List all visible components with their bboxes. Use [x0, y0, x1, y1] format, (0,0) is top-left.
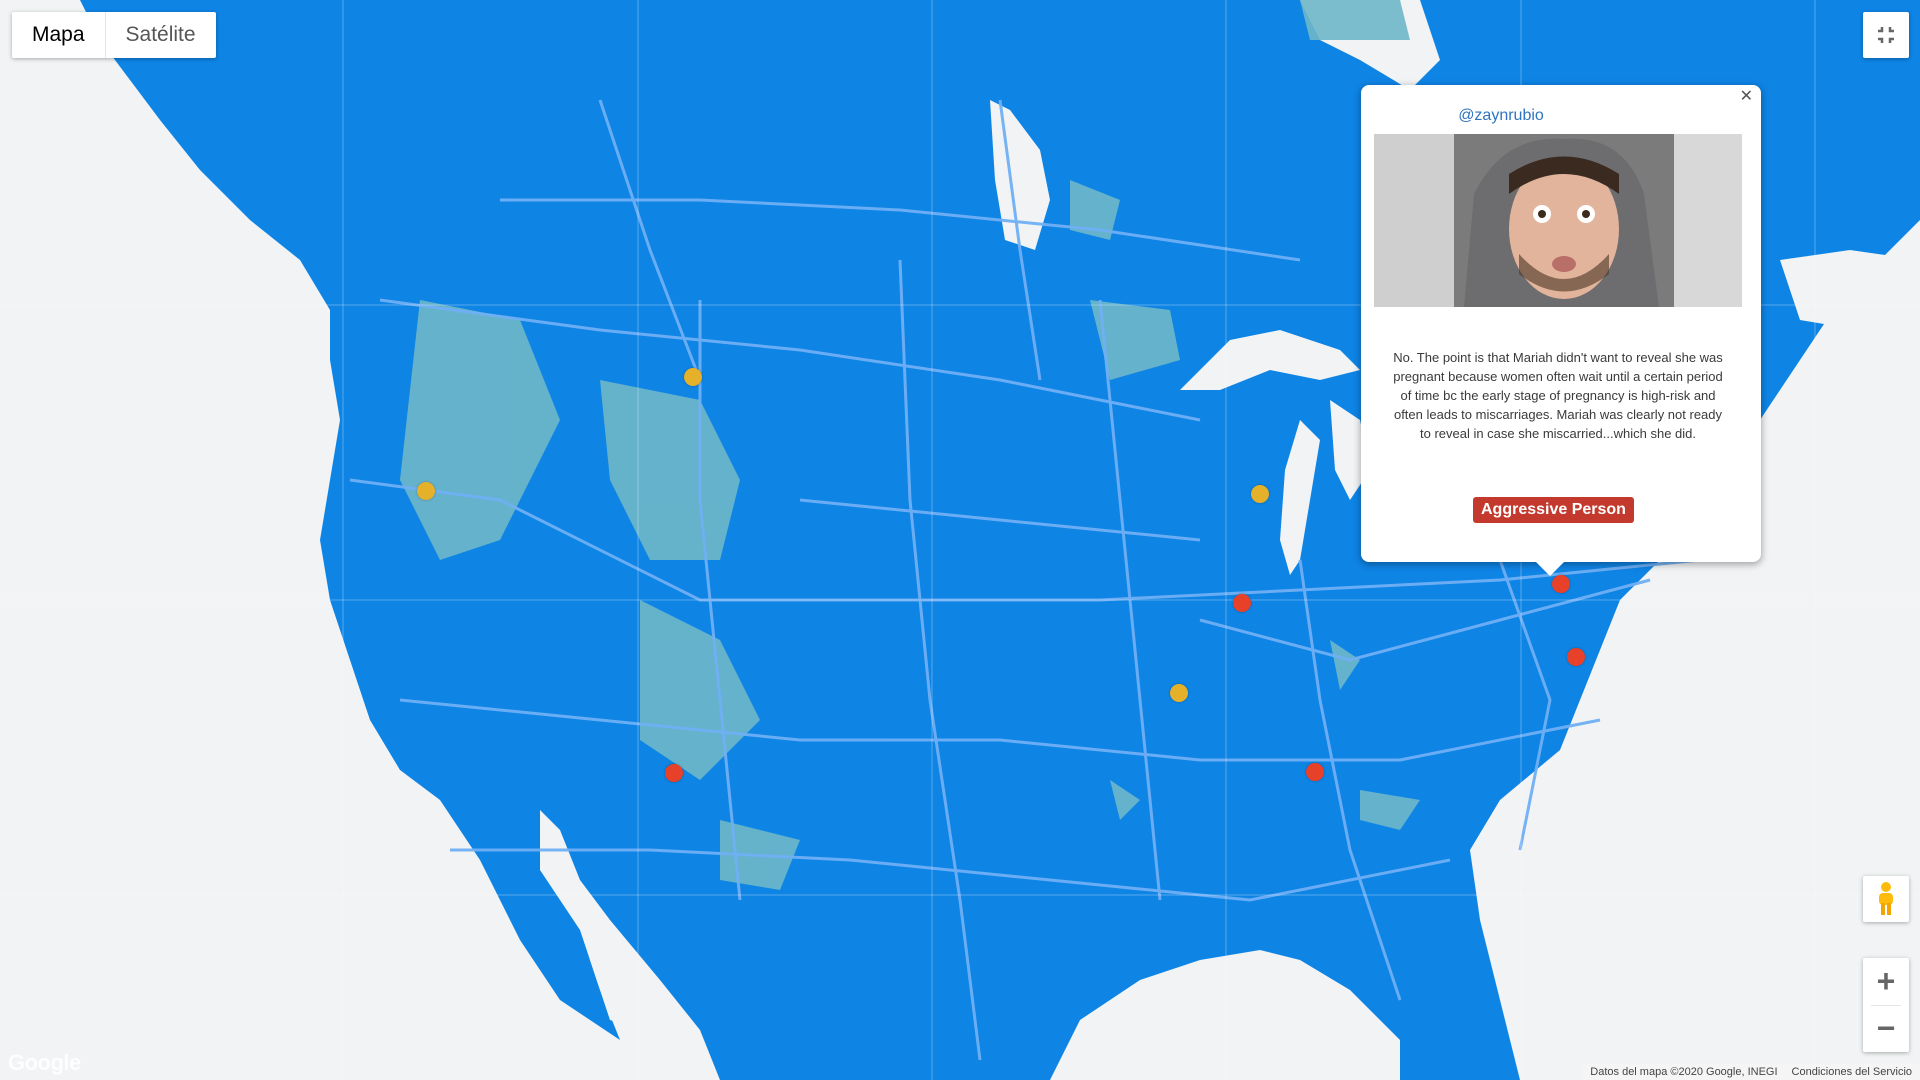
info-window: ✕ @zaynrubio No. The point is that Maria… [1361, 85, 1761, 576]
user-handle-link[interactable]: @zaynrubio [1361, 107, 1641, 125]
map-marker-yellow[interactable] [1250, 484, 1269, 503]
map-canvas[interactable]: Mapa Satélite + − ✕ @zaynrubio No. The p… [0, 0, 1920, 1080]
zoom-in-button[interactable]: + [1863, 959, 1909, 1005]
fullscreen-exit-icon [1878, 27, 1894, 43]
map-marker-red[interactable] [1567, 647, 1586, 666]
close-icon[interactable]: ✕ [1740, 88, 1753, 106]
street-view-pegman[interactable] [1863, 876, 1909, 922]
map-type-control: Mapa Satélite [12, 12, 216, 58]
fullscreen-button[interactable] [1863, 12, 1909, 58]
google-logo[interactable]: Google [8, 1050, 81, 1076]
terms-link[interactable]: Condiciones del Servicio [1792, 1064, 1912, 1080]
map-data-attribution[interactable]: Datos del mapa ©2020 Google, INEGI [1590, 1064, 1777, 1080]
tweet-text: No. The point is that Mariah didn't want… [1393, 350, 1723, 441]
profile-photo [1374, 134, 1742, 307]
attribution-bar: Datos del mapa ©2020 Google, INEGI Condi… [1582, 1064, 1920, 1080]
zoom-out-button[interactable]: − [1863, 1006, 1909, 1052]
map-marker-yellow[interactable] [684, 367, 703, 386]
zoom-control: + − [1863, 958, 1909, 1052]
map-type-option-mapa[interactable]: Mapa [12, 12, 106, 58]
classification-badge[interactable]: Aggressive Person [1473, 497, 1634, 523]
map-type-option-satelite[interactable]: Satélite [106, 12, 216, 58]
map-marker-red[interactable] [1233, 593, 1252, 612]
pegman-icon [1879, 882, 1893, 915]
